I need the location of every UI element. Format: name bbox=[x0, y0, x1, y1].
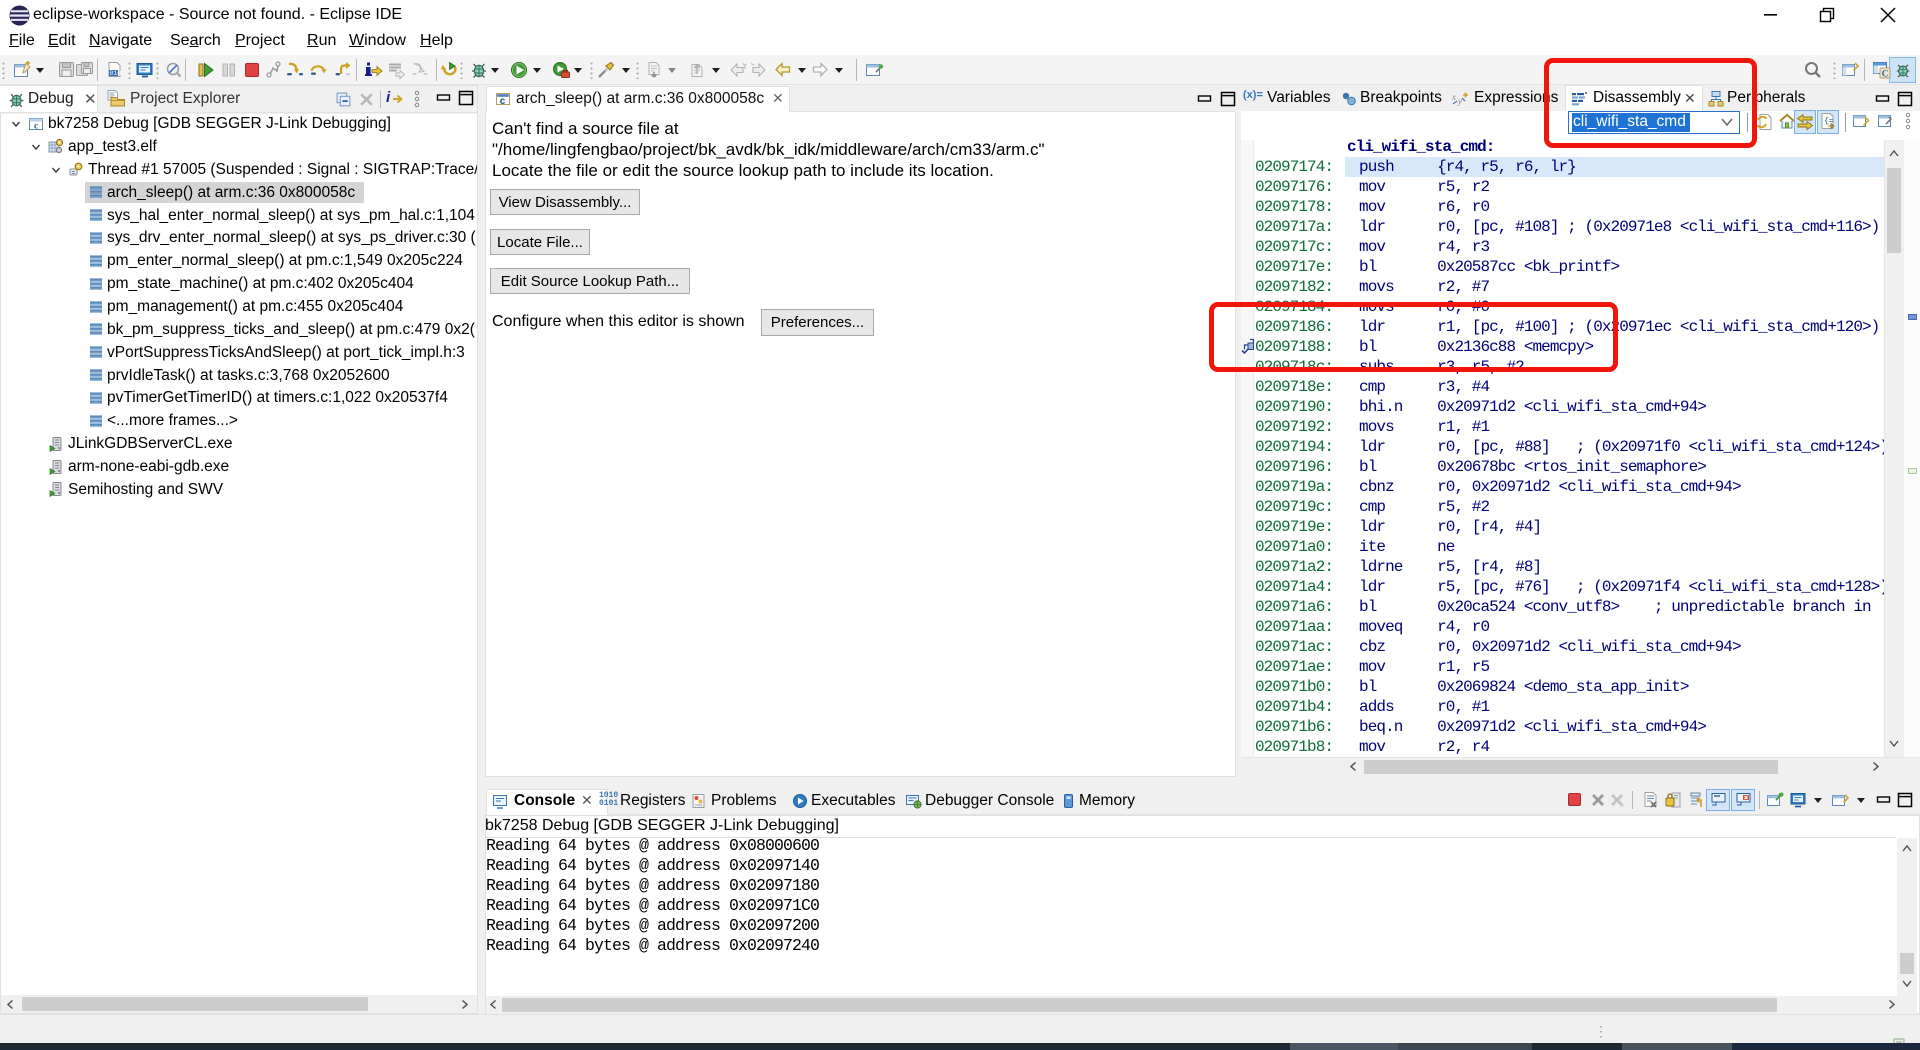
svg-text:y: y bbox=[1457, 96, 1462, 106]
svg-text:010: 010 bbox=[110, 70, 122, 77]
svg-text:c: c bbox=[500, 96, 506, 107]
svg-text:C: C bbox=[1882, 69, 1889, 79]
svg-text:c: c bbox=[34, 120, 38, 130]
svg-text:x: x bbox=[1452, 92, 1456, 102]
